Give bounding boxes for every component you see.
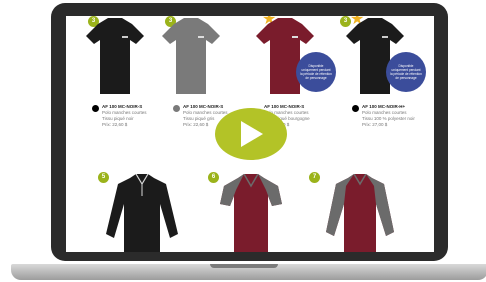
video-play-button[interactable] xyxy=(215,108,287,160)
color-swatch xyxy=(92,105,99,112)
product-image-burgundy-longsleeve[interactable] xyxy=(322,174,398,252)
product-info: AF 100 MC-NOIR-H+ Polo manches courtes T… xyxy=(362,104,415,128)
color-swatch xyxy=(352,105,359,112)
product-image-grey-polo[interactable] xyxy=(160,18,222,96)
promo-seal: Disponible uniquement pendant la période… xyxy=(386,52,426,92)
promo-seal: Disponible uniquement pendant la période… xyxy=(296,52,336,92)
product-image-burgundy-raglan[interactable] xyxy=(216,174,286,252)
product-badge: 7 xyxy=(309,172,320,183)
laptop-notch xyxy=(210,264,278,268)
product-image-black-longsleeve[interactable] xyxy=(102,174,182,252)
product-price: Prix: 22,60 $ xyxy=(102,122,128,127)
play-icon xyxy=(241,121,263,147)
product-image-black-polo[interactable] xyxy=(84,18,146,96)
color-swatch xyxy=(173,105,180,112)
product-info: AF 100 MC-NOIR-S Polo manches courtes Ti… xyxy=(102,104,147,128)
product-price: Prix: 27,00 $ xyxy=(362,122,388,127)
